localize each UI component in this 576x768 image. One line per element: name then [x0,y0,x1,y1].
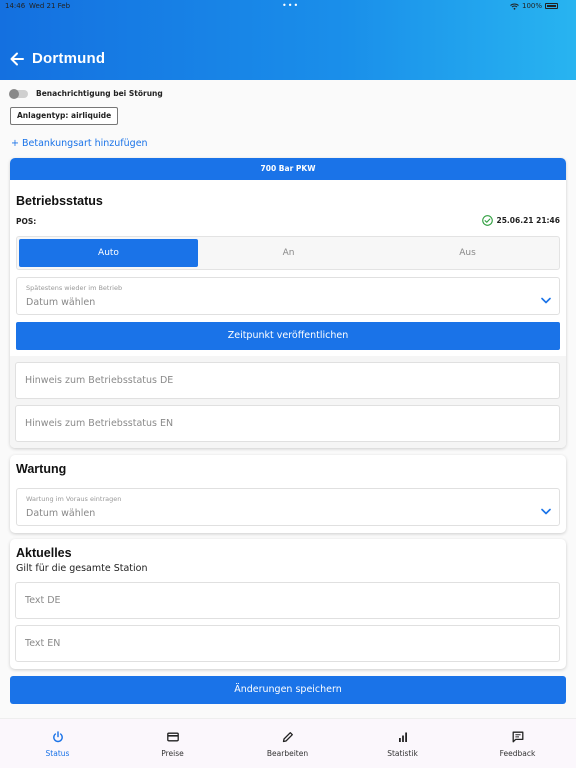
operating-status-card: 700 Bar PKW Betriebsstatus POS: 25.06.21… [10,158,566,448]
operating-status-title: Betriebsstatus [16,194,103,208]
page-title: Dortmund [32,50,106,67]
battery-percent: 100% [521,2,542,10]
system-status-bar: 14:46 Wed 21 Feb ••• 100% [0,0,576,12]
hint-de-input[interactable]: Hinweis zum Betriebsstatus DE [15,362,560,399]
date-field-label: Spätestens wieder im Betrieb [26,284,123,292]
tab-status[interactable]: Status [0,727,115,758]
bottom-tab-bar: Status Preise Bearbeiten Statistik Feedb… [0,718,576,768]
tab-prices-label: Preise [161,749,184,758]
power-icon [52,731,63,743]
news-title: Aktuelles [16,546,72,560]
multitasking-dots-icon[interactable]: ••• [282,1,299,10]
mode-auto-segment[interactable]: Auto [19,239,198,267]
date-field-value: Datum wählen [26,297,96,308]
tab-prices[interactable]: Preise [115,727,230,758]
maintenance-date-label: Wartung im Voraus eintragen [26,495,122,503]
maintenance-date-picker[interactable]: Wartung im Voraus eintragen Datum wählen [16,488,560,526]
pos-timestamp: 25.06.21 21:46 [496,216,561,225]
status-date: Wed 21 Feb [29,2,71,10]
back-arrow-icon[interactable] [8,50,26,68]
maintenance-title: Wartung [16,462,67,476]
news-subtitle: Gilt für die gesamte Station [16,563,148,574]
hint-en-placeholder: Hinweis zum Betriebsstatus EN [25,418,174,429]
mode-off-segment[interactable]: Aus [378,239,557,267]
tab-feedback[interactable]: Feedback [460,727,575,758]
feedback-icon [512,731,523,743]
add-fueling-type-link[interactable]: + Betankungsart hinzufügen [11,138,148,149]
wifi-icon [510,3,519,10]
text-de-input[interactable]: Text DE [15,582,560,619]
chevron-down-icon[interactable] [541,297,551,304]
tab-status-label: Status [45,749,70,758]
battery-icon [545,3,558,9]
hint-en-input[interactable]: Hinweis zum Betriebsstatus EN [15,405,560,442]
app-header: Dortmund [0,0,576,80]
mode-on-segment[interactable]: An [199,239,378,267]
bar-chart-icon [398,732,407,742]
news-card: Aktuelles Gilt für die gesamte Station T… [10,539,566,669]
pos-label: POS: [16,217,37,226]
text-en-input[interactable]: Text EN [15,625,560,662]
fueling-type-header: 700 Bar PKW [10,158,566,180]
tab-edit-label: Bearbeiten [266,749,309,758]
pos-status: 25.06.21 21:46 [481,215,561,226]
check-circle-icon [481,215,493,226]
save-changes-button[interactable]: Änderungen speichern [10,676,566,704]
back-in-operation-date-picker[interactable]: Spätestens wieder im Betrieb Datum wähle… [16,277,560,315]
publish-time-button[interactable]: Zeitpunkt veröffentlichen [16,322,560,350]
notification-toggle-label: Benachrichtigung bei Störung [36,89,163,98]
maintenance-date-value: Datum wählen [26,508,96,519]
tab-edit[interactable]: Bearbeiten [230,727,345,758]
hint-de-placeholder: Hinweis zum Betriebsstatus DE [25,375,174,386]
plant-type-chip[interactable]: Anlagentyp: airliquide [10,107,119,125]
text-de-placeholder: Text DE [25,595,61,606]
chevron-down-icon[interactable] [541,508,551,515]
mode-segmented-control: Auto An Aus [16,236,560,270]
hint-section: Hinweis zum Betriebsstatus DE Hinweis zu… [10,356,566,448]
pencil-icon [282,732,293,743]
notification-toggle[interactable] [9,88,28,99]
text-en-placeholder: Text EN [25,638,61,649]
tab-feedback-label: Feedback [499,749,536,758]
tab-statistics-label: Statistik [387,749,418,758]
notification-toggle-row[interactable]: Benachrichtigung bei Störung [9,88,163,99]
status-indicators: 100% [510,2,558,10]
status-time: 14:46 [5,2,26,10]
tab-statistics[interactable]: Statistik [345,727,460,758]
card-icon [166,732,179,742]
maintenance-card: Wartung Wartung im Voraus eintragen Datu… [10,455,566,533]
